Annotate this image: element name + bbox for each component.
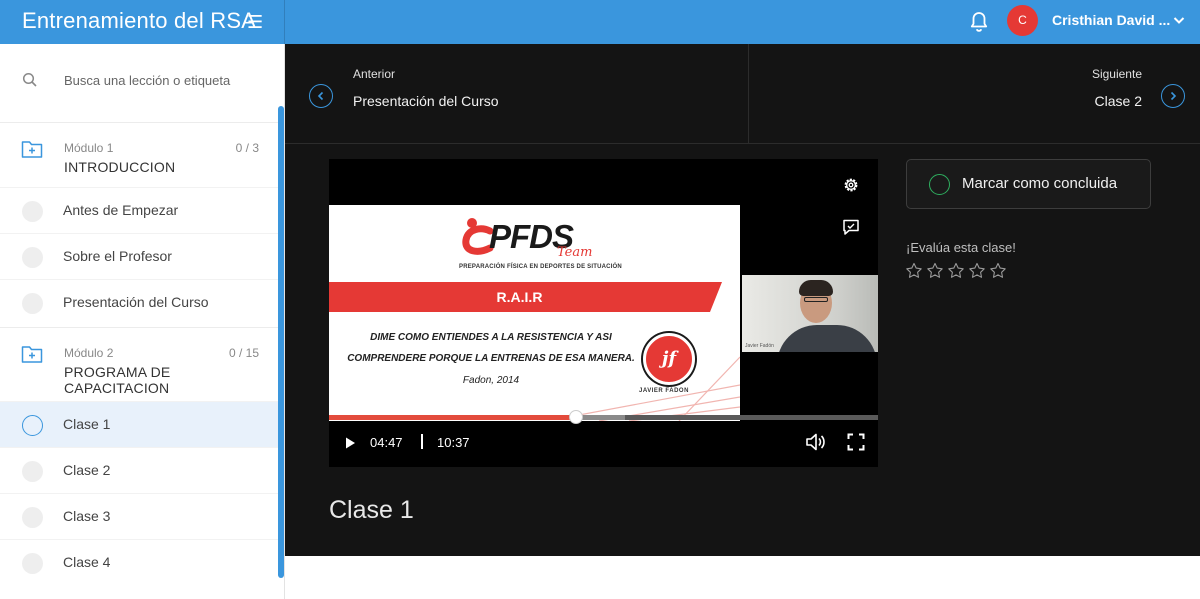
lesson-name: Antes de Empezar [63, 202, 179, 218]
lesson-name: Presentación del Curso [63, 294, 209, 310]
mark-complete-button[interactable]: Marcar como concluida [906, 159, 1151, 209]
webcam-person-glasses [804, 297, 828, 302]
slide-logo-subtitle: PREPARACIÓN FÍSICA EN DEPORTES DE SITUAC… [459, 264, 622, 270]
lesson-status-dot [22, 507, 43, 528]
module-2[interactable]: Módulo 2 0 / 15 PROGRAMA DE CAPACITACION [0, 327, 278, 396]
gear-icon[interactable] [842, 176, 860, 194]
complete-status-ring [929, 174, 950, 195]
jf-logo-text: jf [661, 348, 677, 369]
previous-lesson-button[interactable] [309, 84, 333, 108]
slide-quote-line: DIME COMO ENTIENDES A LA RESISTENCIA Y A… [370, 332, 612, 343]
video-played-bar [329, 415, 577, 420]
search-input[interactable] [64, 68, 264, 92]
hamburger-icon[interactable]: ☰ [247, 12, 263, 32]
module-progress-count: 0 / 3 [235, 141, 259, 155]
module-name: INTRODUCCION [64, 159, 176, 175]
lesson-content: Anterior Presentación del Curso Siguient… [285, 44, 1200, 556]
star-icon[interactable] [926, 262, 944, 280]
chevron-down-icon[interactable] [1172, 13, 1186, 27]
lesson-item[interactable]: Clase 4 [0, 539, 278, 585]
video-scrub-handle[interactable] [569, 410, 584, 424]
lesson-name: Clase 4 [63, 554, 111, 570]
lesson-item[interactable]: Sobre el Profesor [0, 233, 278, 279]
webcam-person-hair [799, 280, 833, 296]
rate-lesson-label: ¡Evalúa esta clase! [906, 240, 1016, 255]
next-label: Siguiente [1091, 67, 1142, 81]
webcam-name-tag: Javier Fadón [745, 343, 774, 349]
next-lesson-button[interactable] [1161, 84, 1185, 108]
video-progress-bar[interactable] [329, 410, 878, 424]
chevron-left-icon [317, 91, 324, 101]
lesson-title: Clase 1 [329, 496, 414, 524]
jf-logo-name: JAVIER FADON [639, 388, 689, 394]
lesson-item[interactable]: Antes de Empezar [0, 187, 278, 233]
star-icon[interactable] [989, 262, 1007, 280]
lesson-status-dot [22, 293, 43, 314]
search-icon [22, 72, 37, 87]
star-icon[interactable] [905, 262, 923, 280]
star-icon[interactable] [947, 262, 965, 280]
sidebar-scrollbar[interactable] [278, 106, 284, 578]
lesson-status-dot [22, 553, 43, 574]
lesson-name: Clase 2 [63, 462, 111, 478]
lesson-name: Clase 1 [63, 416, 111, 432]
video-player[interactable]: PFDS Team PREPARACIÓN FÍSICA EN DEPORTES… [329, 159, 878, 467]
top-bar: Entrenamiento del RSA ☰ C Cristhian Davi… [0, 0, 1200, 44]
module-progress-count: 0 / 15 [228, 346, 259, 360]
folder-plus-icon [21, 141, 43, 158]
lesson-item-active[interactable]: Clase 1 [0, 401, 278, 447]
caption-icon[interactable] [842, 218, 860, 236]
module-label: Módulo 1 [64, 141, 114, 155]
lesson-status-dot [22, 461, 43, 482]
lesson-name: Sobre el Profesor [63, 248, 172, 264]
rating-stars [905, 262, 1010, 285]
volume-icon[interactable] [805, 432, 827, 452]
module-name: PROGRAMA DE CAPACITACION [64, 364, 171, 396]
jf-logo-badge: jf [643, 333, 695, 385]
lesson-status-ring [22, 415, 43, 436]
time-separator [421, 434, 423, 449]
play-icon[interactable] [343, 436, 357, 450]
lesson-status-dot [22, 247, 43, 268]
module-1[interactable]: Módulo 1 0 / 3 INTRODUCCION [0, 122, 278, 184]
header-separator [284, 0, 285, 44]
star-icon[interactable] [968, 262, 986, 280]
module-label: Módulo 2 [64, 346, 114, 360]
lesson-status-dot [22, 201, 43, 222]
previous-lesson-title[interactable]: Presentación del Curso [353, 93, 499, 109]
mark-complete-label: Marcar como concluida [962, 175, 1118, 192]
lesson-item[interactable]: Presentación del Curso [0, 279, 278, 325]
video-frame-slide: PFDS Team PREPARACIÓN FÍSICA EN DEPORTES… [329, 205, 740, 421]
bell-icon[interactable] [969, 11, 989, 33]
slide-quote-source: Fadon, 2014 [462, 375, 520, 386]
slide-heading-band: R.A.I.R [329, 282, 710, 312]
avatar[interactable]: C [1007, 5, 1038, 36]
folder-plus-icon [21, 346, 43, 363]
slide-heading: R.A.I.R [496, 289, 543, 305]
fullscreen-icon[interactable] [847, 433, 865, 451]
lesson-name: Clase 3 [63, 508, 111, 524]
lesson-navigation: Anterior Presentación del Curso Siguient… [285, 44, 1200, 144]
chevron-right-icon [1170, 91, 1177, 101]
search-row [0, 44, 284, 114]
user-name[interactable]: Cristhian David ... [1052, 12, 1170, 28]
next-lesson-title[interactable]: Clase 2 [1095, 93, 1142, 109]
app-title: Entrenamiento del RSA [22, 8, 257, 33]
slide-band-tip [710, 282, 722, 312]
slide-logo-script: Team [557, 245, 593, 260]
nav-divider [748, 44, 749, 144]
lesson-item[interactable]: Clase 3 [0, 493, 278, 539]
sidebar: Módulo 1 0 / 3 INTRODUCCION Antes de Emp… [0, 44, 285, 599]
webcam-overlay: Javier Fadón [742, 275, 878, 352]
video-current-time: 04:47 [370, 435, 403, 450]
avatar-initial: C [1018, 13, 1027, 27]
video-total-time: 10:37 [437, 435, 470, 450]
previous-label: Anterior [353, 67, 396, 81]
slide-quote-line: COMPRENDERE PORQUE LA ENTRENAS DE ESA MA… [347, 353, 635, 364]
lesson-item[interactable]: Clase 2 [0, 447, 278, 493]
